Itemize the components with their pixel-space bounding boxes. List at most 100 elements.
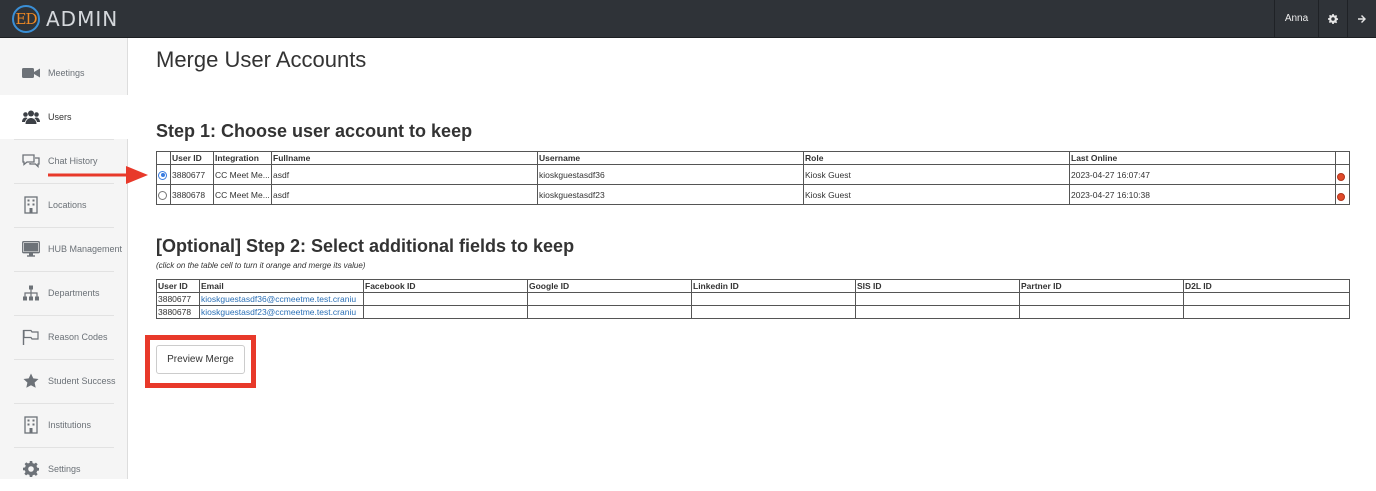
sidebar-item-hub-management[interactable]: HUB Management: [0, 227, 128, 271]
table-row: 3880677 kioskguestasdf36@ccmeetme.test.c…: [156, 292, 1350, 306]
user-menu[interactable]: Anna: [1274, 0, 1318, 37]
action-column-header: [1335, 151, 1350, 165]
sis-id-cell[interactable]: [855, 292, 1020, 306]
logout-button[interactable]: [1347, 0, 1376, 37]
step2-heading: [Optional] Step 2: Select additional fie…: [156, 236, 575, 256]
logo-mark-text: ED: [15, 10, 38, 28]
remove-icon[interactable]: [1337, 172, 1345, 181]
column-header: User ID: [170, 151, 214, 165]
partner-id-cell[interactable]: [1019, 305, 1184, 319]
d2l-id-cell[interactable]: [1183, 305, 1350, 319]
building-icon: [22, 196, 40, 214]
user-id-cell: 3880678: [170, 184, 214, 205]
step2-hint: (click on the table cell to turn it oran…: [156, 261, 366, 270]
app-logo[interactable]: ED ADMIN: [12, 5, 118, 33]
keep-account-radio[interactable]: [158, 170, 167, 180]
facebook-id-cell[interactable]: [363, 292, 528, 306]
sidebar-item-label: Locations: [48, 200, 87, 210]
column-header: Integration: [213, 151, 272, 165]
sidebar-item-label: HUB Management: [48, 244, 123, 254]
integration-cell: CC Meet Me...: [213, 164, 272, 185]
top-right-controls: Anna: [1274, 0, 1376, 37]
table-row: 3880678 kioskguestasdf23@ccmeetme.test.c…: [156, 305, 1350, 319]
fullname-cell: asdf: [271, 164, 538, 185]
sidebar-item-label: Departments: [48, 288, 100, 298]
google-id-cell[interactable]: [527, 305, 692, 319]
video-camera-icon: [22, 64, 40, 82]
preview-merge-button[interactable]: Preview Merge: [156, 345, 245, 374]
column-header: Linkedin ID: [691, 279, 856, 293]
user-id-cell: 3880677: [170, 164, 214, 185]
star-icon: [22, 372, 40, 390]
monitor-icon: [22, 240, 40, 258]
logo-mark: ED: [12, 5, 40, 33]
email-link[interactable]: kioskguestasdf23@ccmeetme.test.craniu: [201, 307, 356, 317]
role-cell: Kiosk Guest: [803, 164, 1070, 185]
sidebar-item-settings[interactable]: Settings: [0, 447, 128, 491]
partner-id-cell[interactable]: [1019, 292, 1184, 306]
sidebar-item-institutions[interactable]: Institutions: [0, 403, 128, 447]
table-header-row: User ID Email Facebook ID Google ID Link…: [156, 279, 1350, 293]
email-link[interactable]: kioskguestasdf36@ccmeetme.test.craniu: [201, 294, 356, 304]
username-cell: kioskguestasdf36: [537, 164, 804, 185]
sidebar-item-label: Settings: [48, 464, 81, 474]
step1-heading: Step 1: Choose user account to keep: [156, 121, 473, 141]
table-row[interactable]: 3880677 CC Meet Me... asdf kioskguestasd…: [156, 164, 1350, 185]
google-id-cell[interactable]: [527, 292, 692, 306]
building-icon: [22, 416, 40, 434]
sidebar-item-users[interactable]: Users: [0, 95, 129, 139]
column-header: Email: [199, 279, 364, 293]
sidebar: Meetings Users Chat History Locations HU…: [0, 38, 129, 479]
sidebar-item-label: Users: [48, 112, 72, 122]
column-header: SIS ID: [855, 279, 1020, 293]
chat-bubbles-icon: [22, 152, 40, 170]
column-header: Role: [803, 151, 1070, 165]
username-cell: kioskguestasdf23: [537, 184, 804, 205]
facebook-id-cell[interactable]: [363, 305, 528, 319]
last-online-cell: 2023-04-27 16:10:38: [1069, 184, 1336, 205]
gear-icon: [1328, 13, 1338, 24]
column-header: Username: [537, 151, 804, 165]
d2l-id-cell[interactable]: [1183, 292, 1350, 306]
column-header: D2L ID: [1183, 279, 1350, 293]
table-row[interactable]: 3880678 CC Meet Me... asdf kioskguestasd…: [156, 184, 1350, 205]
column-header: Partner ID: [1019, 279, 1184, 293]
linkedin-id-cell[interactable]: [691, 305, 856, 319]
sidebar-item-label: Meetings: [48, 68, 85, 78]
sidebar-item-departments[interactable]: Departments: [0, 271, 128, 315]
integration-cell: CC Meet Me...: [213, 184, 272, 205]
sidebar-item-label: Reason Codes: [48, 332, 108, 342]
column-header: Facebook ID: [363, 279, 528, 293]
sidebar-item-locations[interactable]: Locations: [0, 183, 128, 227]
sidebar-item-student-success[interactable]: Student Success: [0, 359, 128, 403]
column-header: Fullname: [271, 151, 538, 165]
users-icon: [22, 108, 40, 126]
accounts-table: User ID Integration Fullname Username Ro…: [156, 151, 1350, 205]
annotation-arrow-icon: [48, 166, 148, 184]
keep-account-radio[interactable]: [158, 190, 167, 200]
table-header-row: User ID Integration Fullname Username Ro…: [156, 151, 1350, 165]
email-cell[interactable]: kioskguestasdf36@ccmeetme.test.craniu: [199, 292, 364, 306]
gear-icon: [22, 460, 40, 478]
select-column-header: [156, 151, 171, 165]
column-header: User ID: [156, 279, 200, 293]
sidebar-item-label: Student Success: [48, 376, 116, 386]
column-header: Last Online: [1069, 151, 1336, 165]
last-online-cell: 2023-04-27 16:07:47: [1069, 164, 1336, 185]
sidebar-item-reason-codes[interactable]: Reason Codes: [0, 315, 128, 359]
sis-id-cell[interactable]: [855, 305, 1020, 319]
sidebar-item-meetings[interactable]: Meetings: [0, 51, 128, 95]
email-cell[interactable]: kioskguestasdf23@ccmeetme.test.craniu: [199, 305, 364, 319]
select-cell: [156, 164, 171, 185]
top-bar: ED ADMIN Anna: [0, 0, 1376, 38]
user-id-cell[interactable]: 3880677: [156, 292, 200, 306]
fullname-cell: asdf: [271, 184, 538, 205]
settings-button[interactable]: [1318, 0, 1347, 37]
remove-cell: [1335, 184, 1350, 205]
user-id-cell[interactable]: 3880678: [156, 305, 200, 319]
linkedin-id-cell[interactable]: [691, 292, 856, 306]
role-cell: Kiosk Guest: [803, 184, 1070, 205]
remove-icon[interactable]: [1337, 192, 1345, 201]
flag-icon: [22, 328, 40, 346]
org-chart-icon: [22, 284, 40, 302]
